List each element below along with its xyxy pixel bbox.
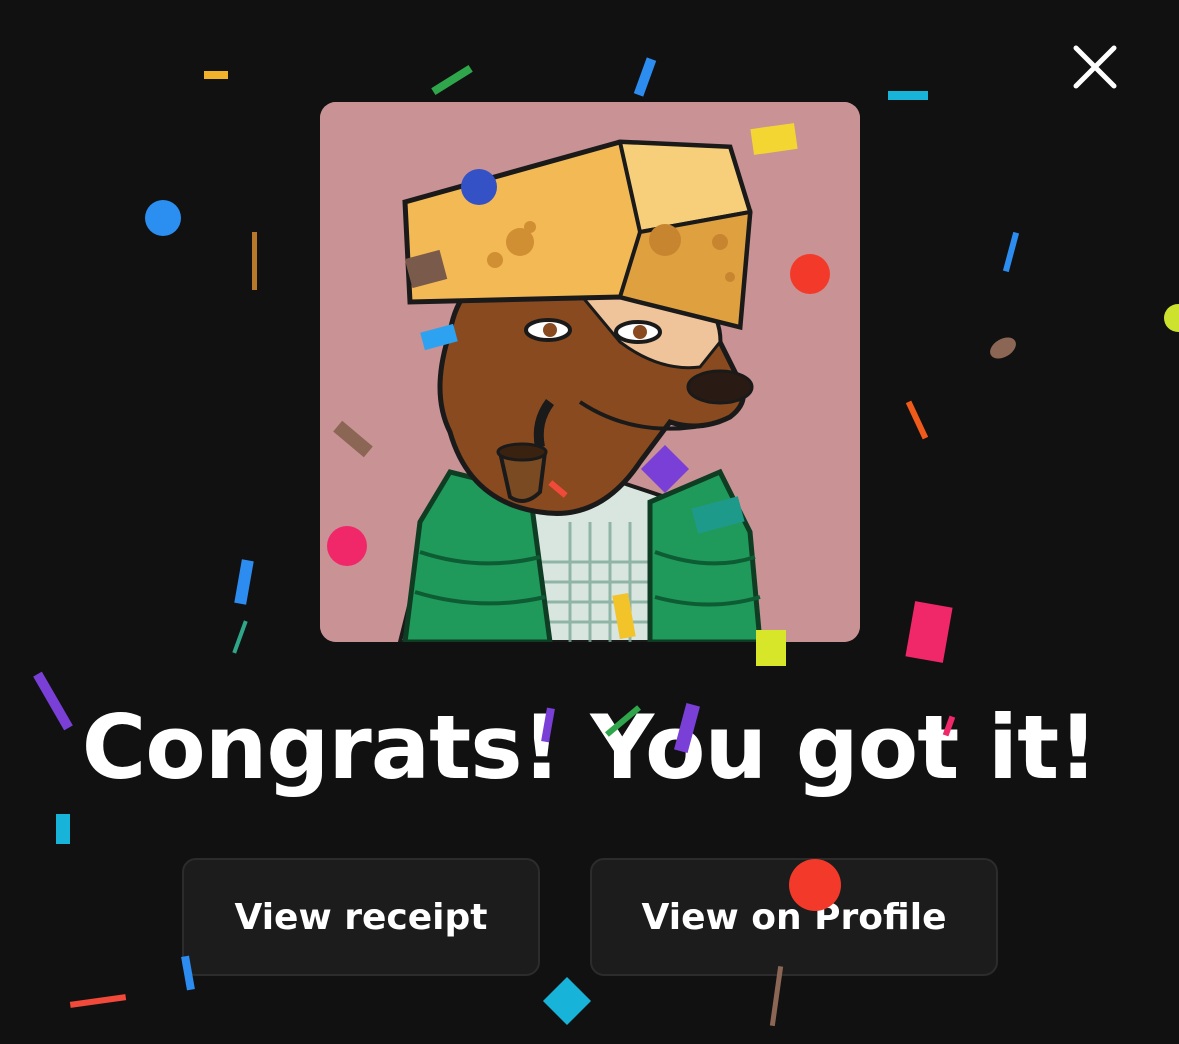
confetti-piece <box>888 91 928 100</box>
confetti-piece <box>905 601 953 663</box>
confetti-piece <box>905 400 929 440</box>
close-button[interactable] <box>1066 38 1124 96</box>
confetti-piece <box>234 559 254 605</box>
confetti-piece <box>990 337 1016 359</box>
confetti-piece <box>542 976 592 1026</box>
confetti-piece <box>56 814 70 844</box>
success-headline: Congrats! You got it! <box>81 696 1099 799</box>
confetti-piece <box>431 64 473 96</box>
confetti-piece <box>1002 231 1020 273</box>
view-receipt-button[interactable]: View receipt <box>182 858 540 976</box>
confetti-piece <box>145 200 181 236</box>
confetti-piece <box>69 994 127 1008</box>
view-on-profile-label: View on Profile <box>641 896 947 938</box>
purchase-success-dialog: Congrats! You got it! View receipt View … <box>0 0 1179 1044</box>
nft-illustration <box>320 102 860 642</box>
confetti-piece <box>232 620 248 654</box>
nft-artwork <box>320 102 860 642</box>
confetti-piece <box>1164 304 1179 332</box>
view-on-profile-button[interactable]: View on Profile <box>590 858 998 976</box>
confetti-piece <box>204 71 228 79</box>
confetti-piece <box>252 232 257 290</box>
close-icon <box>1073 45 1117 89</box>
view-receipt-label: View receipt <box>234 896 488 938</box>
confetti-piece <box>633 57 657 97</box>
